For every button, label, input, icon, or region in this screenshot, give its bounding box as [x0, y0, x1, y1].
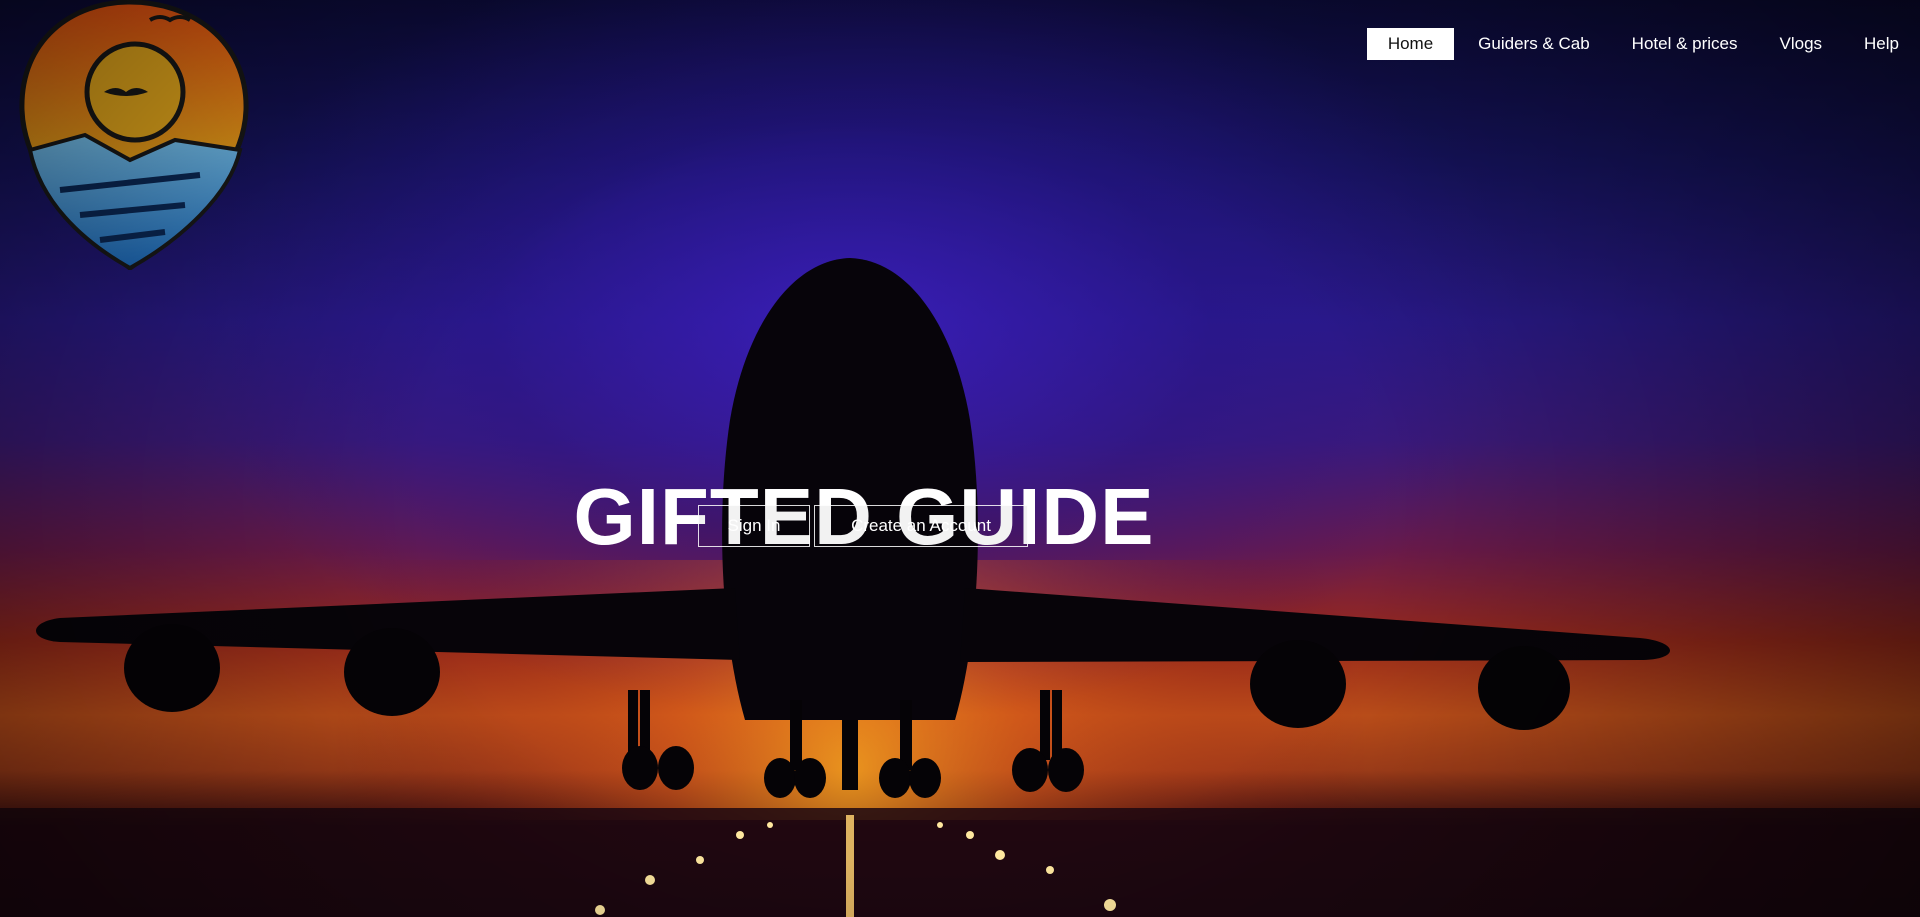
nav-item-home[interactable]: Home: [1366, 28, 1455, 60]
main-navigation: Home Guiders & Cab Hotel & prices Vlogs …: [1366, 28, 1920, 60]
nav-item-help[interactable]: Help: [1843, 28, 1920, 60]
sign-in-button[interactable]: Sign In: [698, 505, 810, 547]
create-account-button[interactable]: Create an Account: [814, 505, 1028, 547]
site-logo[interactable]: [0, 0, 260, 270]
nav-item-guiders-cab[interactable]: Guiders & Cab: [1457, 28, 1611, 60]
auth-actions: Sign In Create an Account: [698, 505, 1028, 547]
airplane-silhouette: [0, 258, 1920, 917]
nav-item-hotel-prices[interactable]: Hotel & prices: [1611, 28, 1759, 60]
hero-section: [0, 0, 1920, 917]
nav-item-vlogs[interactable]: Vlogs: [1759, 28, 1844, 60]
